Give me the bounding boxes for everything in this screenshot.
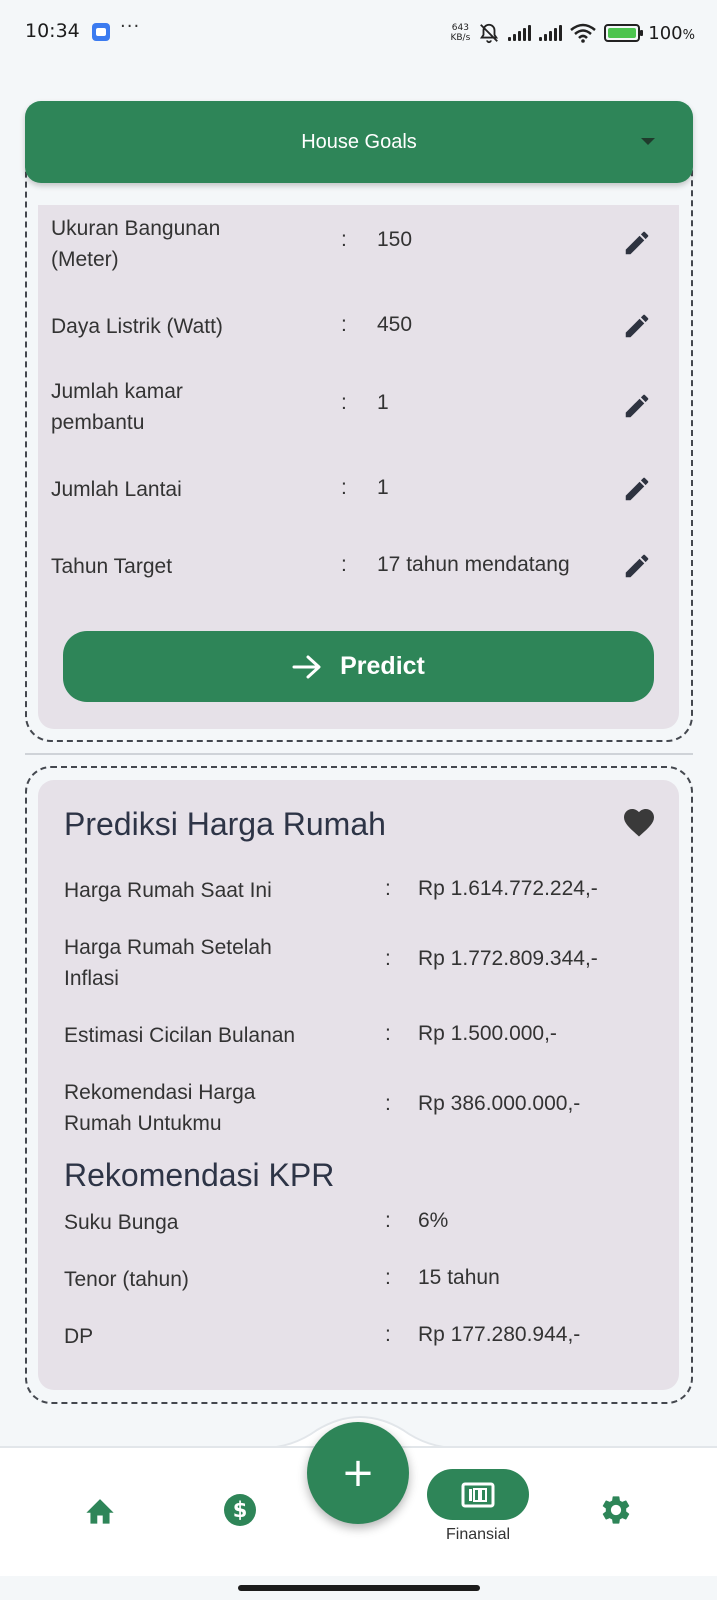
- field-colon: :: [341, 391, 347, 414]
- goal-type-selected: House Goals: [301, 130, 417, 153]
- predict-button[interactable]: Predict: [63, 631, 654, 702]
- nav-finansial-button[interactable]: [427, 1469, 529, 1520]
- prediction-row-inflated-price: Harga Rumah Setelah Inflasi : Rp 1.772.8…: [64, 932, 664, 994]
- wifi-icon: [570, 23, 597, 43]
- row-label: Harga Rumah Saat Ini: [64, 879, 272, 902]
- prediction-row-monthly-installment: Estimasi Cicilan Bulanan : Rp 1.500.000,…: [64, 1020, 664, 1060]
- edit-target-year-button[interactable]: [619, 548, 655, 584]
- prediction-row-recommended-price: Rekomendasi Harga Rumah Untukmu : Rp 386…: [64, 1077, 664, 1139]
- favorite-heart-icon[interactable]: [621, 804, 657, 838]
- row-value: Rp 1.772.809.344,-: [418, 947, 598, 970]
- field-row-building-size: Ukuran Bangunan (Meter) : 150: [51, 213, 649, 275]
- kpr-row-tenor: Tenor (tahun) : 15 tahun: [64, 1264, 664, 1304]
- kpr-row-down-payment: DP : Rp 177.280.944,-: [64, 1321, 664, 1361]
- home-indicator[interactable]: [238, 1585, 480, 1591]
- field-row-helper-rooms: Jumlah kamar pembantu : 1: [51, 376, 649, 438]
- pencil-icon: [625, 477, 649, 501]
- dollar-icon: $: [224, 1494, 256, 1526]
- row-label: Estimasi Cicilan Bulanan: [64, 1024, 296, 1047]
- add-button[interactable]: +: [307, 1422, 409, 1524]
- edit-building-size-button[interactable]: [619, 225, 655, 261]
- edit-floors-button[interactable]: [619, 471, 655, 507]
- pencil-icon: [625, 314, 649, 338]
- signal-2-icon: [539, 25, 563, 41]
- nav-finansial-label: Finansial: [445, 1526, 511, 1543]
- network-speed: 643 KB/s: [450, 23, 470, 43]
- field-label: Ukuran Bangunan (Meter): [51, 217, 221, 271]
- network-speed-value: 643: [451, 23, 469, 33]
- bell-muted-icon: [480, 23, 499, 44]
- field-label: Daya Listrik (Watt): [51, 315, 223, 338]
- settings-icon: [602, 1496, 630, 1524]
- field-value: 1: [377, 476, 389, 499]
- network-speed-unit: KB/s: [450, 33, 471, 43]
- prediction-row-current-price: Harga Rumah Saat Ini : Rp 1.614.772.224,…: [64, 875, 664, 915]
- battery-icon: [604, 24, 644, 42]
- pencil-icon: [625, 231, 649, 255]
- row-colon: :: [385, 947, 391, 970]
- field-value: 17 tahun mendatang: [377, 553, 570, 576]
- battery-percent: 100%: [648, 22, 695, 44]
- finance-icon: [461, 1482, 495, 1507]
- row-label: DP: [64, 1325, 94, 1348]
- nav-budget-button[interactable]: $: [220, 1490, 260, 1530]
- pencil-icon: [625, 554, 649, 578]
- row-value: Rp 1.500.000,-: [418, 1022, 557, 1045]
- row-value: 15 tahun: [418, 1266, 500, 1289]
- section-divider: [25, 753, 693, 755]
- row-value: Rp 177.280.944,-: [418, 1323, 581, 1346]
- nav-home-button[interactable]: [80, 1490, 120, 1530]
- field-row-floors: Jumlah Lantai : 1: [51, 474, 649, 514]
- status-bar: 10:34 ··· 643 KB/s 100%: [0, 0, 717, 66]
- signal-1-icon: [508, 25, 532, 41]
- row-label: Rekomendasi Harga Rumah Untukmu: [64, 1081, 256, 1135]
- row-label: Suku Bunga: [64, 1211, 179, 1234]
- field-colon: :: [341, 313, 347, 336]
- caret-down-icon: [641, 138, 655, 145]
- status-indicators: 643 KB/s 100%: [450, 18, 695, 48]
- notification-app-icon: [92, 23, 110, 41]
- field-colon: :: [341, 228, 347, 251]
- svg-text:$: $: [233, 1498, 248, 1522]
- row-value: 6%: [418, 1209, 449, 1232]
- row-colon: :: [385, 1323, 391, 1346]
- kpr-title: Rekomendasi KPR: [64, 1157, 335, 1193]
- prediction-title: Prediksi Harga Rumah: [64, 806, 386, 842]
- home-icon: [86, 1499, 114, 1524]
- arrow-right-icon: [292, 655, 321, 678]
- row-colon: :: [385, 1092, 391, 1115]
- row-colon: :: [385, 1266, 391, 1289]
- edit-power-button[interactable]: [619, 308, 655, 344]
- field-value: 450: [377, 313, 413, 336]
- field-value: 150: [377, 228, 413, 251]
- field-row-target-year: Tahun Target : 17 tahun mendatang: [51, 551, 649, 591]
- field-label: Jumlah Lantai: [51, 478, 182, 501]
- field-value: 1: [377, 391, 389, 414]
- edit-helper-rooms-button[interactable]: [619, 388, 655, 424]
- row-label: Tenor (tahun): [64, 1268, 189, 1291]
- field-label: Tahun Target: [51, 555, 173, 578]
- goal-type-dropdown[interactable]: House Goals: [25, 101, 693, 183]
- add-icon: +: [341, 1450, 375, 1496]
- row-colon: :: [385, 1022, 391, 1045]
- more-notifications-icon: ···: [120, 16, 141, 37]
- field-colon: :: [341, 553, 347, 576]
- row-value: Rp 1.614.772.224,-: [418, 877, 598, 900]
- kpr-row-interest: Suku Bunga : 6%: [64, 1207, 664, 1247]
- predict-label: Predict: [340, 652, 425, 680]
- row-label: Harga Rumah Setelah Inflasi: [64, 936, 272, 990]
- field-label: Jumlah kamar pembantu: [51, 380, 183, 434]
- field-colon: :: [341, 476, 347, 499]
- row-value: Rp 386.000.000,-: [418, 1092, 581, 1115]
- row-colon: :: [385, 877, 391, 900]
- status-time: 10:34: [25, 20, 80, 42]
- field-row-power: Daya Listrik (Watt) : 450: [51, 311, 649, 351]
- row-colon: :: [385, 1209, 391, 1232]
- pencil-icon: [625, 394, 649, 418]
- nav-settings-button[interactable]: [596, 1490, 636, 1530]
